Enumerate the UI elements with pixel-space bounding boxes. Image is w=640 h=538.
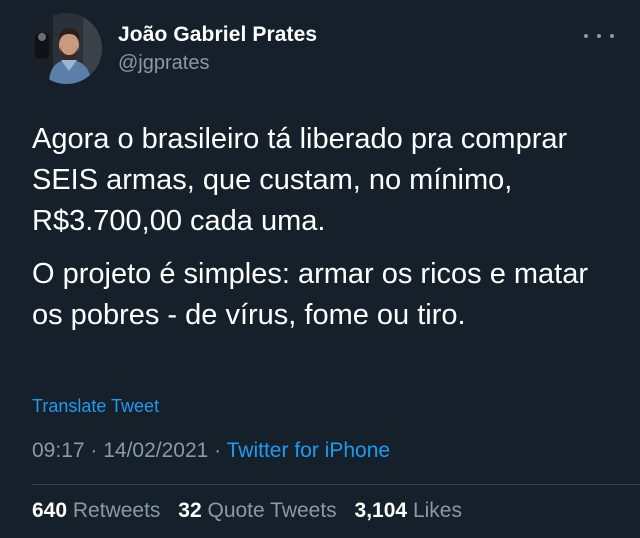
translate-tweet-link[interactable]: Translate Tweet <box>32 396 159 417</box>
tweet-source-link[interactable]: Twitter for iPhone <box>227 439 390 462</box>
engagement-stats: 640 Retweets 32 Quote Tweets 3,104 Likes <box>32 499 462 523</box>
retweets-count: 640 <box>32 499 68 522</box>
retweets-label: Retweets <box>72 499 161 522</box>
profile-photo-icon <box>31 13 102 84</box>
likes-stat[interactable]: 3,104 Likes <box>355 499 462 522</box>
more-horizontal-icon <box>584 34 588 38</box>
tweet-text: Agora o brasileiro tá liberado pra compr… <box>32 119 622 336</box>
more-options-button[interactable] <box>584 26 614 46</box>
tweet-date[interactable]: 14/02/2021 <box>103 439 208 462</box>
retweets-stat[interactable]: 640 Retweets <box>32 499 160 522</box>
quote-tweets-stat[interactable]: 32 Quote Tweets <box>178 499 336 522</box>
quote-tweets-count: 32 <box>178 499 202 522</box>
divider <box>32 484 640 485</box>
author-handle[interactable]: @jgprates <box>118 52 209 75</box>
meta-separator: · <box>208 439 227 462</box>
likes-label: Likes <box>412 499 462 522</box>
likes-count: 3,104 <box>354 499 408 522</box>
tweet-paragraph: O projeto é simples: armar os ricos e ma… <box>32 258 589 331</box>
meta-separator: · <box>84 439 104 462</box>
tweet-paragraph: Agora o brasileiro tá liberado pra compr… <box>32 123 568 237</box>
avatar[interactable] <box>31 13 102 84</box>
author-display-name[interactable]: João Gabriel Prates <box>118 23 317 47</box>
tweet-metadata: 09:17 · 14/02/2021 · Twitter for iPhone <box>32 439 390 463</box>
more-horizontal-icon-dot <box>597 34 601 38</box>
quote-tweets-label: Quote Tweets <box>207 499 337 522</box>
tweet-time[interactable]: 09:17 <box>32 439 85 462</box>
more-horizontal-icon-dot <box>610 34 614 38</box>
